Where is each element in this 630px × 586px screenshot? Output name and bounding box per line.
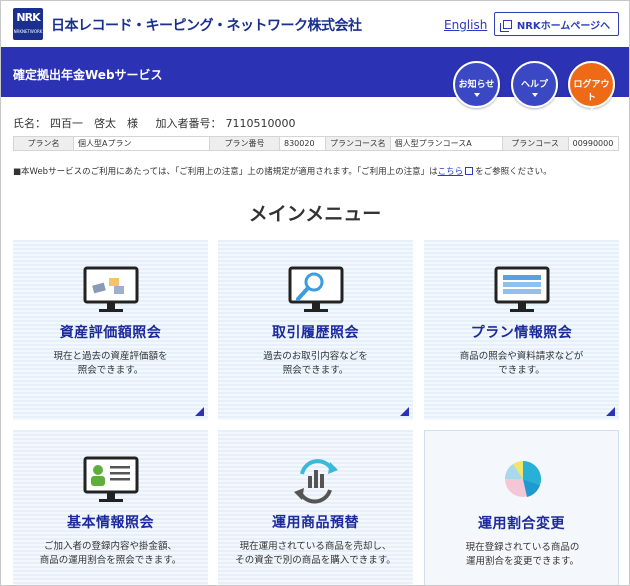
- plan-info-card[interactable]: プラン情報照会 商品の照会や資料請求などが できます。: [424, 240, 619, 420]
- notice-button-label: お知らせ: [458, 80, 495, 90]
- transaction-history-card[interactable]: 取引履歴照会 過去のお取引内容などを 照会できます。: [218, 240, 413, 420]
- nrk-home-button[interactable]: NRKホームページへ: [494, 12, 619, 36]
- plan-name-value: 個人型Aプラン: [73, 136, 210, 151]
- service-title: 確定拠出年金Webサービス: [13, 68, 163, 82]
- card-desc-line: 現在運用されている商品を売却し、: [239, 541, 392, 552]
- chevron-down-icon: [473, 93, 480, 97]
- card-desc-line: 運用割合を変更できます。: [465, 556, 580, 567]
- logout-button[interactable]: ログアウト: [568, 61, 615, 110]
- plan-info-icon: [494, 266, 550, 312]
- site-header: NRK NRKNETWORK 日本レコード・キーピング・ネットワーク株式会社 E…: [1, 1, 629, 47]
- card-title: 資産評価額照会: [59, 325, 162, 341]
- card-title: 運用商品預替: [272, 515, 359, 531]
- card-title: 運用割合変更: [478, 516, 565, 532]
- card-desc-line: 商品の運用割合を照会できます。: [39, 555, 182, 566]
- notice-text-end: をご参照ください。: [475, 167, 552, 177]
- card-desc-line: 過去のお取引内容などを: [263, 351, 368, 362]
- card-desc-line: 現在と過去の資産評価額を: [53, 351, 168, 362]
- logo-text: NRK: [16, 11, 40, 24]
- card-description: 現在登録されている商品の 運用割合を変更できます。: [435, 541, 610, 569]
- card-desc-line: 照会できます。: [77, 365, 144, 376]
- plan-number-label: プラン番号: [209, 136, 280, 151]
- usage-notice: ■本Webサービスのご利用にあたっては、「ご利用上の注意」上の諸規定が適用されま…: [13, 165, 552, 177]
- help-button[interactable]: ヘルプ: [511, 61, 558, 108]
- card-desc-line: 現在登録されている商品の: [465, 542, 580, 553]
- course-name-value: 個人型プランコースA: [389, 136, 503, 151]
- card-desc-line: ご加入者の登録内容や掛金額、: [43, 541, 177, 552]
- notice-button[interactable]: お知らせ: [453, 61, 500, 108]
- english-link[interactable]: English: [444, 18, 487, 32]
- nrk-logo[interactable]: NRK NRKNETWORK: [13, 8, 43, 40]
- course-value: 00990000: [567, 136, 620, 151]
- product-switch-icon: [294, 459, 338, 504]
- corner-arrow-icon: [606, 407, 615, 416]
- asset-valuation-icon: [83, 266, 139, 312]
- card-description: ご加入者の登録内容や掛金額、 商品の運用割合を照会できます。: [23, 540, 198, 568]
- plan-name-label: プラン名: [13, 136, 74, 151]
- card-description: 過去のお取引内容などを 照会できます。: [228, 350, 403, 378]
- card-title: 基本情報照会: [67, 515, 154, 531]
- member-id-label: 加入者番号：: [155, 117, 222, 130]
- corner-arrow-icon: [400, 407, 409, 416]
- logo-subtext: NRKNETWORK: [13, 29, 43, 34]
- course-name-label: プランコース名: [325, 136, 391, 151]
- allocation-change-card[interactable]: 運用割合変更 現在登録されている商品の 運用割合を変更できます。: [424, 430, 619, 585]
- asset-valuation-card[interactable]: 資産評価額照会 現在と過去の資産評価額を 照会できます。: [13, 240, 208, 420]
- page-frame: NRK NRKNETWORK 日本レコード・キーピング・ネットワーク株式会社 E…: [0, 0, 630, 586]
- member-info-card[interactable]: 基本情報照会 ご加入者の登録内容や掛金額、 商品の運用割合を照会できます。: [13, 430, 208, 585]
- name-label: 氏名：: [13, 117, 46, 130]
- course-label: プランコース: [501, 136, 569, 151]
- product-switch-card[interactable]: 運用商品預替 現在運用されている商品を売却し、 その資金で別の商品を購入できます…: [218, 430, 413, 585]
- help-button-label: ヘルプ: [520, 80, 548, 90]
- card-desc-line: 照会できます。: [282, 365, 349, 376]
- notice-text: ■本Webサービスのご利用にあたっては、「ご利用上の注意」上の諸規定が適用されま…: [13, 167, 438, 177]
- user-info: 氏名： 四百一 啓太 様 加入者番号： 7110510000: [13, 115, 300, 131]
- member-id: 7110510000: [225, 117, 296, 130]
- user-name: 四百一 啓太 様: [50, 117, 138, 130]
- company-name: 日本レコード・キーピング・ネットワーク株式会社: [51, 18, 362, 34]
- service-bar: 確定拠出年金Webサービス お知らせ ヘルプ ログアウト: [1, 47, 629, 110]
- nrk-home-button-label: NRKホームページへ: [516, 20, 611, 32]
- corner-arrow-icon: [195, 407, 204, 416]
- card-description: 現在運用されている商品を売却し、 その資金で別の商品を購入できます。: [228, 540, 403, 568]
- card-description: 商品の照会や資料請求などが できます。: [434, 350, 609, 378]
- terms-link[interactable]: こちら: [438, 167, 464, 177]
- card-desc-line: できます。: [498, 365, 545, 376]
- allocation-pie-icon: [504, 460, 542, 497]
- card-title: プラン情報照会: [470, 325, 573, 341]
- card-description: 現在と過去の資産評価額を 照会できます。: [23, 350, 198, 378]
- plan-number-value: 830020: [279, 136, 326, 151]
- chevron-down-icon: [531, 93, 538, 97]
- external-window-icon: [465, 167, 474, 175]
- card-title: 取引履歴照会: [272, 325, 359, 341]
- card-desc-line: 商品の照会や資料請求などが: [459, 351, 584, 362]
- external-window-icon: [499, 19, 512, 32]
- logout-button-label: ログアウト: [573, 80, 610, 103]
- plan-info-table: プラン名 個人型Aプラン プラン番号 830020 プランコース名 個人型プラン…: [13, 136, 620, 151]
- card-desc-line: その資金で別の商品を購入できます。: [235, 555, 396, 566]
- chevron-down-icon: [588, 106, 595, 110]
- transaction-search-icon: [288, 266, 344, 312]
- main-menu-title: メインメニュー: [248, 203, 382, 225]
- member-info-icon: [83, 456, 139, 502]
- table-row: プラン名 個人型Aプラン プラン番号 830020 プランコース名 個人型プラン…: [13, 136, 620, 151]
